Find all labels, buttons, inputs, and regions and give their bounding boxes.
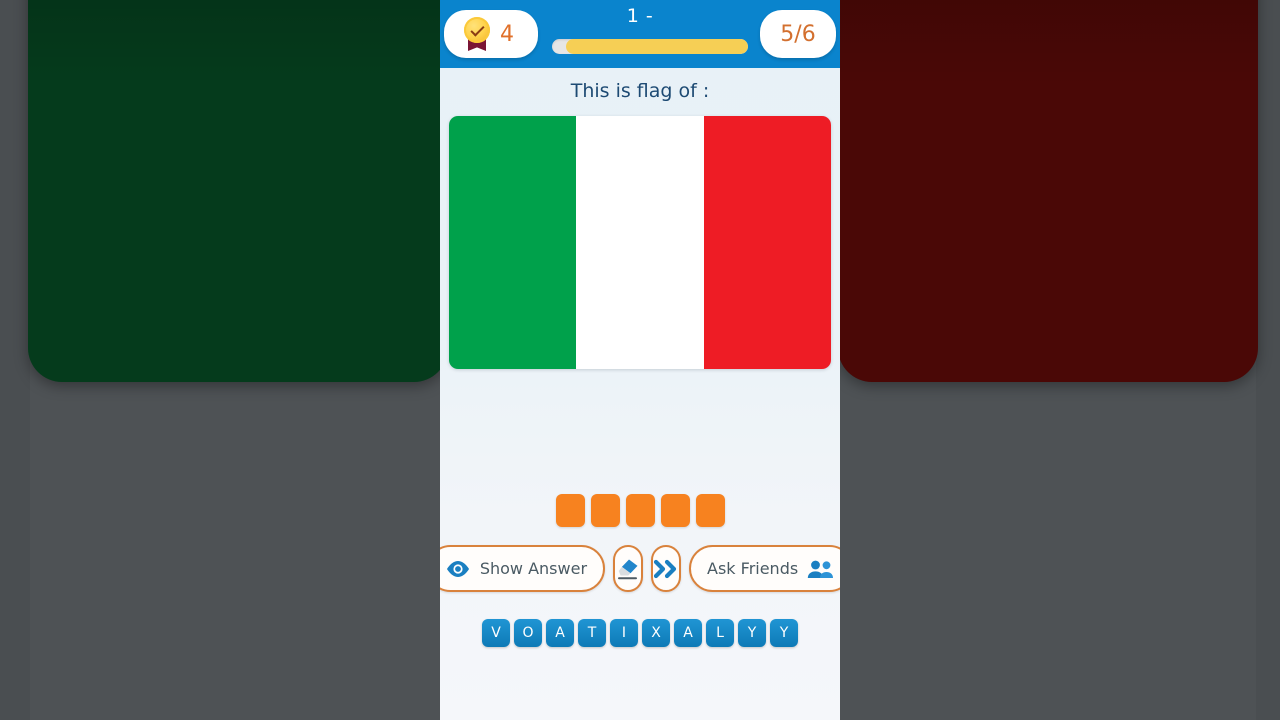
letter-key[interactable]: X [642,619,670,647]
app-screen: 1 - 4 5/6 This is flag of : Show Answer … [0,0,1280,720]
flag-stripe-3 [703,116,831,369]
flag-stripe-1 [449,116,577,369]
eye-icon [446,560,469,577]
answer-slot[interactable] [660,494,690,527]
score-value: 4 [500,21,514,47]
flag-image [449,116,831,369]
eraser-icon [618,559,638,579]
answer-slots [440,494,840,527]
letter-key[interactable]: I [610,619,638,647]
answer-slot[interactable] [695,494,725,527]
answer-slot[interactable] [625,494,655,527]
show-answer-label: Show Answer [479,559,588,578]
question-counter: 5/6 [780,21,816,47]
top-bar: 1 - 4 5/6 [440,0,840,68]
letter-key[interactable]: T [578,619,606,647]
level-progress-fill [565,39,748,54]
skip-button[interactable] [651,545,682,592]
letter-key[interactable]: A [546,619,574,647]
ask-friends-label: Ask Friends [707,559,799,578]
friends-icon [807,560,834,578]
letter-key[interactable]: A [674,619,702,647]
letter-keyboard: V O A T I X A L Y Y [440,619,840,647]
backdrop-right-gutter [1256,0,1280,720]
game-viewport: 1 - 4 5/6 This is flag of : Show Answer … [440,0,840,720]
answer-slot[interactable] [555,494,585,527]
flag-stripe-2 [576,116,704,369]
letter-key[interactable]: Y [770,619,798,647]
ask-friends-button[interactable]: Ask Friends [689,545,840,592]
answer-slot[interactable] [590,494,620,527]
question-counter-pill[interactable]: 5/6 [760,10,836,58]
blurred-backdrop-right [838,0,1258,382]
letter-key[interactable]: L [706,619,734,647]
action-bar: Show Answer Ask Friends [440,545,840,592]
erase-button[interactable] [613,545,644,592]
blurred-backdrop-left [28,0,448,382]
letter-key[interactable]: Y [738,619,766,647]
double-chevron-right-icon [653,559,677,578]
medal-icon [462,17,492,51]
letter-key[interactable]: V [482,619,510,647]
question-text: This is flag of : [570,80,710,102]
backdrop-left-gutter [0,0,30,720]
letter-key[interactable]: O [514,619,542,647]
show-answer-button[interactable]: Show Answer [440,545,606,592]
level-progress-bar [552,39,748,54]
score-pill[interactable]: 4 [444,10,538,58]
